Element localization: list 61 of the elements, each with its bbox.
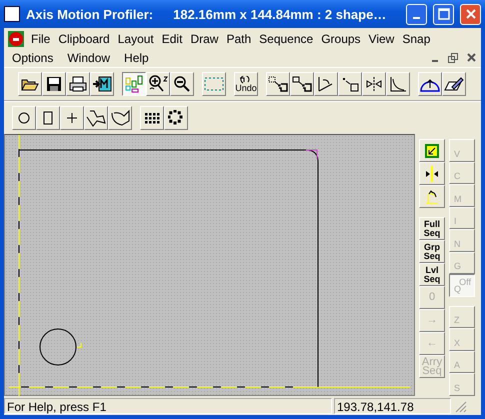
arc-icon <box>110 109 130 127</box>
sequence-button[interactable]: Lvl Seq <box>419 263 445 286</box>
mirror-icon <box>365 76 383 92</box>
close-icon <box>466 53 476 62</box>
menu-item[interactable]: Edit <box>158 32 188 46</box>
menu-item[interactable]: File <box>28 32 56 46</box>
restore-icon <box>448 52 458 62</box>
menu-item[interactable]: Snap <box>399 32 436 46</box>
cursor-coordinates: 193.78,141.78 <box>334 398 451 414</box>
document-icon[interactable] <box>8 30 24 46</box>
menu-item[interactable]: Layout <box>114 32 159 46</box>
menu-item[interactable]: Options <box>8 50 64 64</box>
rotate-icon <box>425 188 439 204</box>
plus-icon <box>66 112 78 124</box>
maximize-icon <box>438 8 450 20</box>
window-title: Axis Motion Profiler: <box>26 6 154 22</box>
close-button[interactable] <box>460 4 481 24</box>
menu-item[interactable]: Draw <box>187 32 224 46</box>
circle-shape[interactable] <box>40 328 76 366</box>
minimize-button[interactable] <box>406 4 427 24</box>
circle-icon <box>17 111 31 125</box>
app-icon[interactable] <box>4 6 20 22</box>
document-info: 182.16mm x 144.84mm : 2 shape… <box>173 6 388 22</box>
zoom-in-icon <box>148 75 168 93</box>
start-marker <box>76 342 82 348</box>
undo-icon <box>240 76 252 84</box>
maximize-button[interactable] <box>433 4 454 24</box>
menu-item[interactable]: Help <box>120 50 159 64</box>
tool-button[interactable] <box>419 139 445 162</box>
menu-item[interactable]: Window <box>63 50 120 64</box>
printer-icon <box>69 76 87 92</box>
menu-item[interactable]: View <box>366 32 400 46</box>
move-copy-icon <box>268 76 288 92</box>
status-message: For Help, press F1 <box>4 398 332 414</box>
layout-icon <box>125 75 143 93</box>
menu-item[interactable]: Path <box>223 32 256 46</box>
minimize-icon <box>413 17 420 19</box>
sequence-button[interactable]: Full Seq <box>419 217 445 240</box>
menu-item[interactable]: Clipboard <box>55 32 115 46</box>
sequence-button[interactable]: Grp Seq <box>419 240 445 263</box>
move-icon <box>292 76 312 92</box>
selection-icon <box>204 77 224 91</box>
undo-button[interactable]: Undo <box>234 72 258 96</box>
import-icon <box>92 76 112 92</box>
grid-array-icon <box>144 112 160 124</box>
minimize-icon <box>432 60 438 62</box>
scale-icon <box>341 76 359 92</box>
rotate-icon <box>317 76 335 92</box>
corner-marker <box>306 150 318 160</box>
polyline-icon <box>86 109 106 127</box>
curve-icon <box>389 76 407 92</box>
tool-button[interactable] <box>419 162 445 185</box>
mirror-icon <box>425 166 439 182</box>
menu-item[interactable]: Sequence <box>256 32 318 46</box>
circle-array-icon <box>168 110 184 126</box>
restore-button[interactable] <box>445 50 461 64</box>
zoom-out-icon <box>173 75 191 93</box>
menu-item[interactable]: Groups <box>318 32 366 46</box>
close-icon <box>464 8 476 20</box>
rectangle-icon <box>43 111 53 125</box>
edit-icon <box>444 76 464 92</box>
